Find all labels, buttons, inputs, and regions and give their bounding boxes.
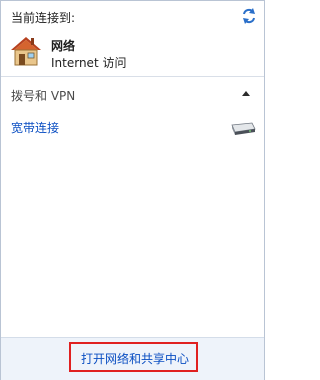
footer-bar: 打开网络和共享中心 — [1, 337, 264, 380]
connection-broadband[interactable]: 宽带连接 — [1, 116, 264, 138]
current-network[interactable]: 网络 Internet 访问 — [7, 32, 257, 72]
network-sharing-center-label: 打开网络和共享中心 — [81, 352, 190, 366]
dialup-vpn-section-header[interactable]: 拨号和 VPN — [1, 83, 264, 105]
network-name: 网络 — [51, 39, 76, 53]
connection-label: 宽带连接 — [11, 121, 60, 135]
refresh-button[interactable] — [240, 7, 258, 25]
dialup-vpn-title: 拨号和 VPN — [11, 89, 76, 103]
broadband-modem-icon — [231, 122, 256, 135]
network-flyout: 当前连接到: 网络 Internet 访问 拨号和 VPN 宽带连接 打开网络和… — [0, 0, 265, 380]
refresh-icon — [243, 8, 255, 24]
network-status: Internet 访问 — [51, 56, 127, 70]
section-divider — [1, 76, 264, 77]
network-house-icon — [11, 37, 41, 66]
network-sharing-center-link[interactable]: 打开网络和共享中心 — [69, 342, 198, 372]
collapse-arrow-icon — [242, 91, 250, 96]
currently-connected-label: 当前连接到: — [11, 11, 76, 25]
